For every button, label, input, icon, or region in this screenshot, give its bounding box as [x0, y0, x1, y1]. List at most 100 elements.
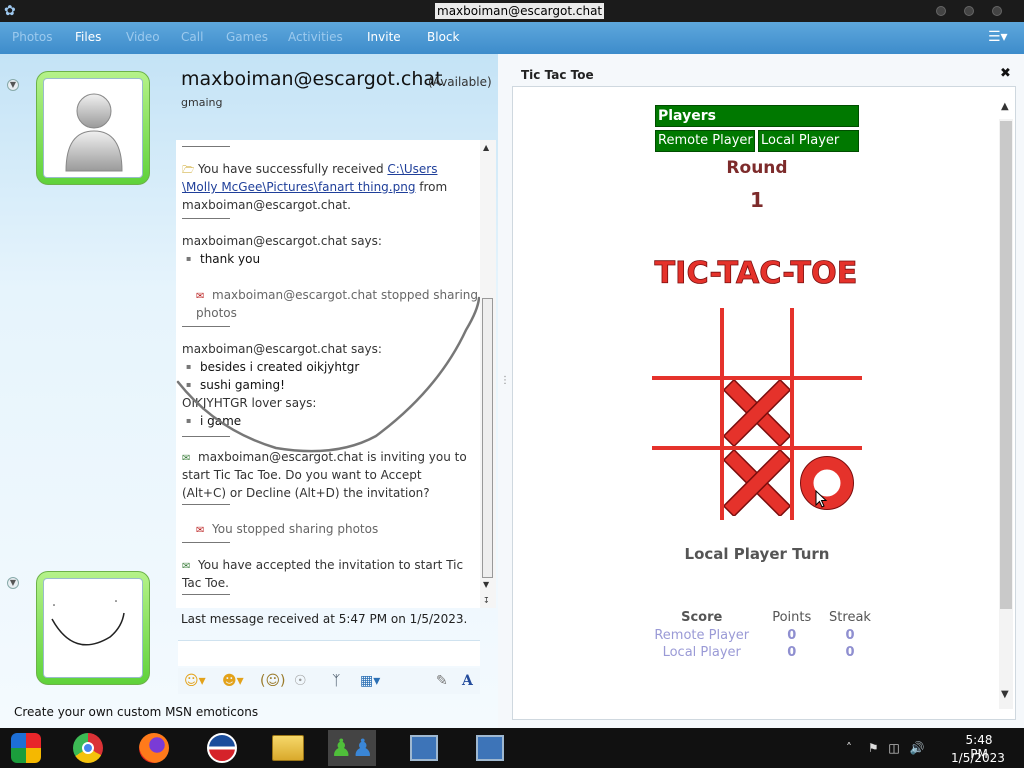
score-streak: 0: [845, 628, 855, 643]
msn-icon: [11, 733, 41, 763]
firefox-icon: [139, 733, 169, 763]
action-center-flag-icon[interactable]: ⚑: [868, 741, 879, 755]
points-header: Points: [772, 610, 812, 625]
remote-player-label: Remote Player: [655, 130, 755, 152]
msn-icon: ✿: [4, 3, 16, 19]
create-emoticons-link[interactable]: Create your own custom MSN emoticons: [14, 705, 258, 719]
file-explorer-icon: [272, 735, 304, 761]
local-player-label: Local Player: [758, 130, 859, 152]
board-cell[interactable]: [652, 450, 722, 520]
scrollbar-thumb[interactable]: [1000, 121, 1012, 609]
game-title: Tic Tac Toe: [521, 68, 594, 82]
contact-name: maxboiman@escargot.chat: [181, 68, 443, 90]
scroll-end-icon[interactable]: ↧: [483, 596, 490, 605]
wink-picker-icon[interactable]: ☻▾: [222, 672, 244, 690]
chrome-icon: [73, 733, 103, 763]
taskbar-app-file-explorer[interactable]: [264, 730, 312, 766]
menu-block[interactable]: Block: [427, 30, 459, 44]
scroll-up-arrow-icon[interactable]: ▲: [483, 143, 489, 152]
pane-resize-handle[interactable]: ⋮: [500, 375, 510, 386]
scroll-down-arrow-icon[interactable]: ▼: [1001, 689, 1009, 700]
network-computer-icon: [476, 735, 504, 761]
tic-tac-toe-board: [652, 308, 862, 520]
menu-files[interactable]: Files: [75, 30, 101, 44]
score-player-name: Local Player: [662, 645, 741, 660]
score-streak: 0: [845, 645, 855, 660]
taskbar-app-remote-computer-1[interactable]: [400, 730, 448, 766]
chat-history-scrollbar[interactable]: ▲ ▼ ↧: [480, 140, 496, 608]
round-label: Round: [726, 158, 788, 178]
menu-games[interactable]: Games: [226, 30, 268, 44]
emoticon-picker-icon[interactable]: ☺▾: [184, 672, 206, 690]
game-scrollbar[interactable]: ▲ ▼: [998, 99, 1014, 709]
drawn-smile-picture: [43, 578, 143, 678]
default-user-avatar: [43, 78, 143, 178]
volume-icon[interactable]: 🔊: [910, 741, 925, 755]
taskbar-app-msn-messenger[interactable]: ♟♟: [328, 730, 376, 766]
mouse-cursor-icon: [815, 490, 828, 508]
score-player-name: Remote Player: [654, 628, 750, 643]
menu-photos[interactable]: Photos: [12, 30, 52, 44]
board-cell[interactable]: [794, 380, 864, 450]
show-hidden-icons-icon[interactable]: ˄: [846, 741, 852, 755]
collapse-contact-picture-button[interactable]: ▼: [7, 79, 19, 91]
handwriting-icon[interactable]: ✎: [436, 672, 448, 690]
show-menu-icon[interactable]: ☰▾: [988, 29, 1008, 45]
scroll-up-arrow-icon[interactable]: ▲: [1001, 101, 1009, 112]
taskbar-app-remote-computer-2[interactable]: [466, 730, 514, 766]
score-table: Score Points Streak Remote Player 0 0 Lo…: [640, 610, 880, 661]
board-cell[interactable]: [794, 450, 864, 520]
taskbar-app-firefox[interactable]: [130, 730, 178, 766]
board-cell[interactable]: [652, 380, 722, 450]
my-display-picture[interactable]: [36, 571, 150, 685]
background-picker-icon[interactable]: ▦▾: [360, 672, 380, 690]
board-cell[interactable]: [722, 448, 794, 520]
obama-logo-icon: [207, 733, 237, 763]
board-cell[interactable]: [724, 308, 794, 378]
board-cell[interactable]: [722, 378, 794, 450]
taskbar-app-chrome[interactable]: [64, 730, 112, 766]
players-header: Players: [655, 105, 859, 127]
board-cell[interactable]: [652, 308, 722, 378]
board-cell[interactable]: [794, 308, 864, 378]
message-input[interactable]: [178, 640, 480, 666]
score-row: Remote Player 0 0: [640, 627, 880, 644]
logo-text: TIC-TAC-TOE: [655, 256, 858, 288]
menu-invite[interactable]: Invite: [367, 30, 401, 44]
score-row: Local Player 0 0: [640, 644, 880, 661]
tic-tac-toe-logo: TIC-TAC-TOE: [654, 256, 858, 288]
round-number: 1: [750, 188, 764, 212]
minimize-button[interactable]: [936, 6, 946, 16]
clock-date[interactable]: 1/5/2023: [947, 751, 1009, 765]
contact-personal-message: gmaing: [181, 96, 223, 109]
ink-drawing-stroke: [176, 296, 481, 453]
contact-display-picture[interactable]: [36, 71, 150, 185]
close-game-icon[interactable]: ✖: [1000, 66, 1011, 81]
text-format-icon[interactable]: A: [462, 672, 473, 690]
chat-history[interactable]: 🗁 You have successfully received C:\Users…: [176, 140, 496, 608]
contact-status: (Available): [428, 75, 492, 89]
network-computer-icon: [410, 735, 438, 761]
close-button[interactable]: [992, 6, 1002, 16]
menu-call[interactable]: Call: [181, 30, 203, 44]
nudge-icon[interactable]: (☺): [260, 672, 286, 690]
menu-video[interactable]: Video: [126, 30, 160, 44]
title-bar: ✿ maxboiman@escargot.chat: [0, 0, 1024, 22]
menu-bar: Photos Files Video Call Games Activities…: [0, 22, 1024, 54]
scrollbar-thumb[interactable]: [482, 298, 493, 578]
maximize-button[interactable]: [964, 6, 974, 16]
change-font-icon[interactable]: ᛉ: [332, 672, 340, 690]
x-mark: [722, 448, 792, 518]
scroll-down-arrow-icon[interactable]: ▼: [483, 580, 489, 589]
taskbar-app-msn[interactable]: [2, 730, 50, 766]
score-points: 0: [787, 628, 797, 643]
network-icon[interactable]: ◫: [888, 741, 899, 755]
score-header: Score: [681, 610, 723, 625]
window-title: maxboiman@escargot.chat: [435, 3, 605, 19]
voice-clip-icon[interactable]: ☉: [294, 672, 307, 690]
taskbar-app-obama[interactable]: [198, 730, 246, 766]
streak-header: Streak: [829, 610, 871, 625]
collapse-my-picture-button[interactable]: ▼: [7, 577, 19, 589]
menu-activities[interactable]: Activities: [288, 30, 343, 44]
x-mark: [722, 378, 792, 448]
